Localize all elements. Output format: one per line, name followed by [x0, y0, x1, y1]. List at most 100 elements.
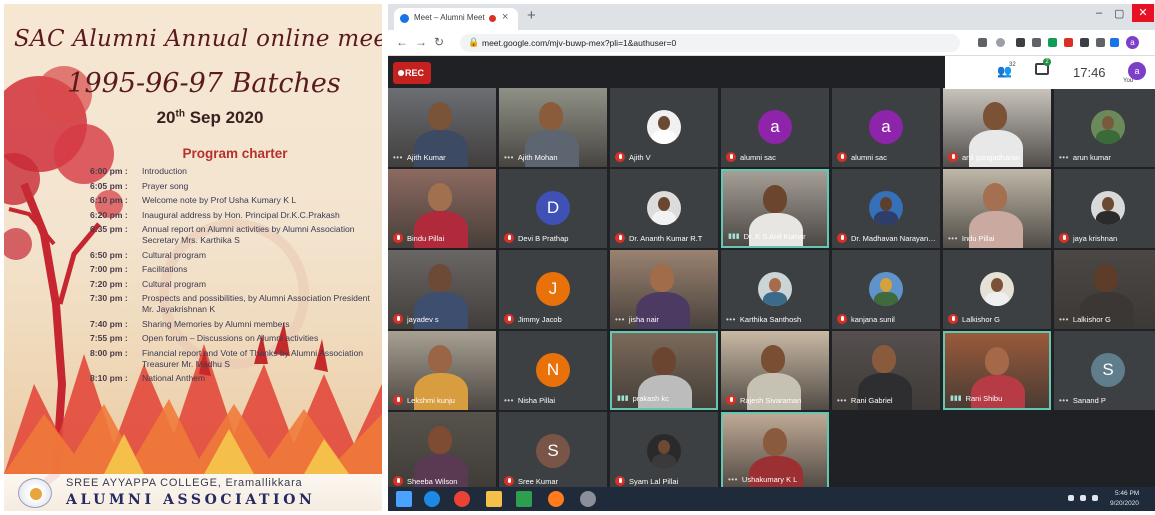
participant-tile[interactable]: ••• Indu Pillai [943, 169, 1051, 248]
more-options-icon[interactable]: ••• [728, 475, 738, 484]
extension-icon[interactable] [1016, 38, 1025, 47]
charter-desc: Cultural program [142, 249, 206, 260]
participant-tile[interactable]: Rajesh Sivaraman [721, 331, 829, 410]
minimize-button[interactable]: – [1096, 7, 1102, 19]
network-icon[interactable] [1068, 495, 1074, 501]
mic-off-icon [504, 476, 514, 486]
participant-tile[interactable]: ••• Ushakumary K L [721, 412, 829, 491]
participant-tile[interactable]: a alumni sac [721, 88, 829, 167]
extension-icon[interactable] [1064, 38, 1073, 47]
participant-tile[interactable]: Ajith V [610, 88, 718, 167]
participant-tile[interactable]: S Sree Kumar [499, 412, 607, 491]
participant-tile[interactable]: ••• Rani Gabriel [832, 331, 940, 410]
screenshot-root: SAC Alumni Annual online meet 1995-96-97… [0, 0, 1155, 515]
more-options-icon[interactable]: ••• [1059, 153, 1069, 162]
more-options-icon[interactable]: ••• [1059, 396, 1069, 405]
extension-icon[interactable] [1032, 38, 1041, 47]
more-options-icon[interactable]: ••• [948, 234, 958, 243]
participant-tile[interactable]: ••• Lalkishor G [1054, 250, 1155, 329]
participant-tile[interactable]: a alumni sac [832, 88, 940, 167]
more-options-icon[interactable]: ••• [504, 153, 514, 162]
participant-tile[interactable]: Bindu Pillai [388, 169, 496, 248]
forward-icon[interactable]: → [415, 35, 427, 49]
participant-avatar: a [758, 110, 792, 144]
participant-tile[interactable]: ▮▮▮ Rani Shibu [943, 331, 1051, 410]
bookmark-star-icon[interactable] [996, 38, 1005, 47]
participant-photo [647, 434, 681, 468]
participant-name: Indu Pillai [961, 233, 995, 243]
more-options-icon[interactable]: ••• [393, 153, 403, 162]
recording-badge: REC [393, 62, 431, 84]
extension-puzzle-icon[interactable] [1080, 38, 1089, 47]
participant-tile[interactable]: S ••• Sanand P [1054, 331, 1155, 410]
charter-desc: Introduction [142, 166, 187, 176]
extension-icon[interactable] [1048, 38, 1057, 47]
participant-name: Sree Kumar [518, 476, 559, 486]
tab-meet[interactable]: Meet – Alumni Meet 1995-9 × [394, 8, 518, 30]
participant-name: Sanand P [1072, 395, 1106, 405]
windows-start-icon[interactable] [396, 491, 412, 507]
participant-tile[interactable]: ••• arun kumar [1054, 88, 1155, 167]
tab-title: Meet – Alumni Meet 1995-9 [414, 13, 486, 22]
charter-time: 7:00 pm : [90, 264, 128, 274]
participant-tile[interactable]: jaya krishnan [1054, 169, 1155, 248]
participant-tile[interactable]: ▮▮▮ Dr. K S Anil Kumar [721, 169, 829, 248]
participant-tile[interactable]: ••• Ajith Kumar [388, 88, 496, 167]
new-tab-button[interactable]: + [527, 7, 536, 24]
more-options-icon[interactable]: ••• [615, 315, 625, 324]
participant-tile[interactable]: ••• Karthika Santhosh [721, 250, 829, 329]
more-options-icon[interactable]: ••• [837, 396, 847, 405]
file-explorer-icon[interactable] [486, 491, 502, 507]
tab-close-icon[interactable]: × [502, 11, 508, 23]
close-window-button[interactable]: ✕ [1132, 4, 1154, 22]
participant-tile[interactable]: J Jimmy Jacob [499, 250, 607, 329]
participant-tile[interactable]: Lalkishor G [943, 250, 1051, 329]
charter-desc: Inaugural address by Hon. Principal Dr.K… [142, 209, 340, 220]
participant-name: Karthika Santhosh [739, 314, 802, 324]
mic-off-icon [393, 314, 403, 324]
participant-tile[interactable]: ••• Ajith Mohan [499, 88, 607, 167]
edge-icon[interactable] [424, 491, 440, 507]
charter-row: 7:30 pm : Prospects and possibilities, by… [90, 293, 382, 315]
extension-icon[interactable] [1096, 38, 1105, 47]
participant-tile[interactable]: kanjana sunil [832, 250, 940, 329]
firefox-icon[interactable] [548, 491, 564, 507]
taskbar-date: 9/20/2020 [1110, 500, 1139, 507]
participant-tile[interactable]: Dr. Madhavan Narayan… [832, 169, 940, 248]
participant-tile[interactable]: Dr. Ananth Kumar R.T [610, 169, 718, 248]
participant-name-label: Sree Kumar [504, 475, 558, 487]
mic-off-icon [837, 314, 847, 324]
volume-icon[interactable] [1080, 495, 1086, 501]
participant-tile[interactable]: N ••• Nisha Pillai [499, 331, 607, 410]
participant-avatar: S [1091, 353, 1125, 387]
mic-off-icon [393, 233, 403, 243]
more-options-icon[interactable]: ••• [504, 396, 514, 405]
cast-icon[interactable] [978, 38, 987, 47]
reload-icon[interactable]: ↻ [434, 35, 444, 49]
participant-tile[interactable]: ••• jisha nair [610, 250, 718, 329]
charter-row: 6:50 pm : Cultural program [90, 250, 382, 261]
maximize-button[interactable]: ▢ [1114, 7, 1124, 20]
participant-tile[interactable]: jayadev s [388, 250, 496, 329]
poster-title: SAC Alumni Annual online meet [14, 26, 382, 52]
back-icon[interactable]: ← [396, 35, 408, 49]
charter-row: 8:10 pm : National Anthem [90, 373, 382, 384]
chrome-icon[interactable] [454, 491, 470, 507]
participant-tile[interactable]: anil gangadharan [943, 88, 1051, 167]
participant-tile[interactable]: Syam Lal Pillai [610, 412, 718, 491]
app-icon[interactable] [580, 491, 596, 507]
participant-tile[interactable]: ▮▮▮ prakash kc [610, 331, 718, 410]
participant-tile[interactable]: Sheeba Wilson [388, 412, 496, 491]
charter-desc: Facilitations [142, 264, 188, 274]
participant-name: Dr. K S Anil Kumar [743, 231, 806, 241]
participant-tile[interactable]: Lekshmi kunju [388, 331, 496, 410]
participant-name-label: ••• jisha nair [615, 313, 659, 325]
participant-tile[interactable]: D Devi B Prathap [499, 169, 607, 248]
extension-icon[interactable] [1110, 38, 1119, 47]
more-options-icon[interactable]: ••• [1059, 315, 1069, 324]
more-options-icon[interactable]: ••• [726, 315, 736, 324]
address-bar[interactable]: 🔒 meet.google.com/mjv-buwp-mex?pli=1&aut… [460, 34, 960, 52]
store-icon[interactable] [516, 491, 532, 507]
profile-avatar[interactable]: a [1126, 36, 1139, 49]
battery-icon[interactable] [1092, 495, 1098, 501]
